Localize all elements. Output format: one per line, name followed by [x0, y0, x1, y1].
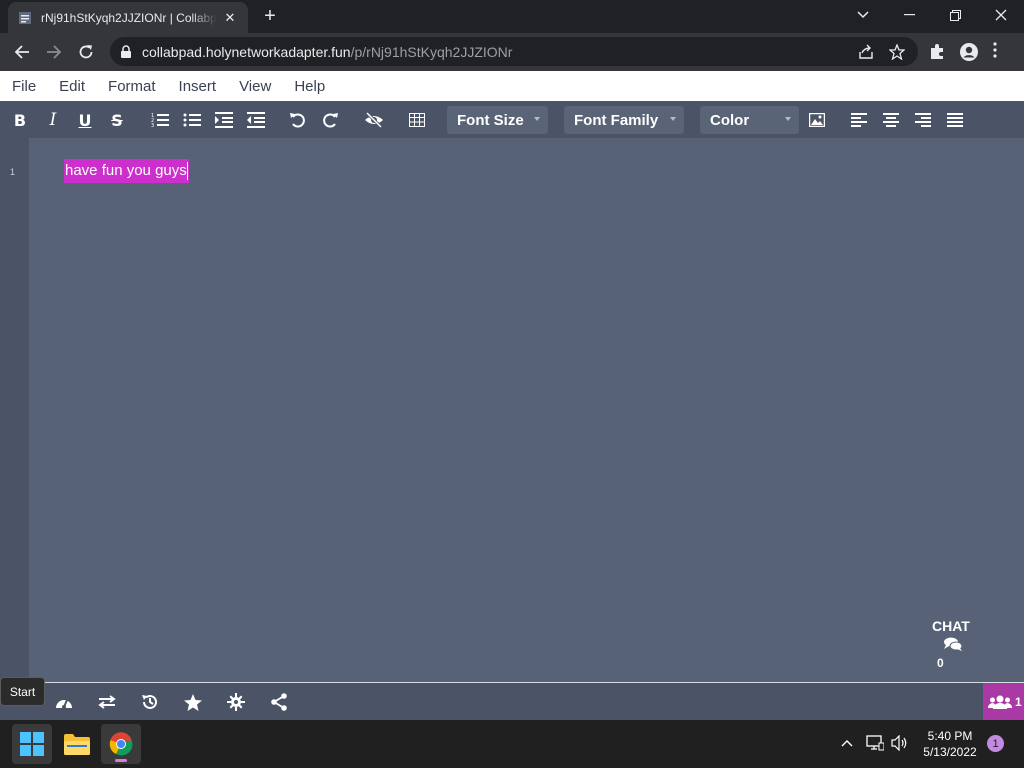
- import-export-arrows-icon[interactable]: [97, 692, 117, 712]
- new-tab-button[interactable]: +: [258, 5, 282, 29]
- show-hidden-icons-chevron-icon[interactable]: [838, 734, 856, 752]
- color-caret-icon: [785, 117, 791, 121]
- url-path: /p/rNj91hStKyqh2JJZIONr: [350, 43, 513, 60]
- url-host: collabpad.holynetworkadapter.fun: [142, 43, 351, 60]
- system-clock[interactable]: 5:40 PM 5/13/2022: [915, 728, 985, 760]
- font-family-caret-icon: [670, 117, 676, 121]
- minimize-icon[interactable]: [886, 0, 932, 30]
- network-icon[interactable]: [866, 734, 884, 752]
- font-size-caret-icon: [534, 117, 540, 121]
- browser-menu-kebab-icon[interactable]: [993, 42, 1013, 62]
- editor-bottom-bar: 1: [0, 682, 1024, 721]
- indent-icon[interactable]: [214, 110, 234, 130]
- align-left-icon[interactable]: [849, 110, 869, 130]
- browser-tab[interactable]: rNj91hStKyqh2JJZIONr | Collabpad ✕: [8, 2, 248, 33]
- redo-icon[interactable]: [320, 110, 340, 130]
- settings-gear-icon[interactable]: [226, 692, 246, 712]
- lock-icon: [120, 44, 134, 59]
- highlighted-text[interactable]: have fun you guys: [64, 159, 189, 183]
- line-number: 1: [10, 167, 16, 177]
- active-app-indicator: [115, 759, 127, 762]
- chat-button[interactable]: CHAT 0: [911, 612, 991, 682]
- share-page-icon[interactable]: [858, 44, 874, 60]
- tab-search-chevron-icon[interactable]: [840, 0, 886, 30]
- close-window-icon[interactable]: [978, 0, 1024, 30]
- svg-text:3: 3: [151, 123, 154, 128]
- clock-date: 5/13/2022: [923, 745, 977, 759]
- volume-icon[interactable]: [891, 734, 909, 752]
- menu-help[interactable]: Help: [291, 78, 328, 95]
- hide-authorship-eye-slash-icon[interactable]: [364, 110, 384, 130]
- color-select[interactable]: Color: [700, 106, 799, 134]
- align-center-icon[interactable]: [881, 110, 901, 130]
- browser-tab-strip: rNj91hStKyqh2JJZIONr | Collabpad ✕ +: [0, 0, 1024, 33]
- menu-view[interactable]: View: [236, 78, 274, 95]
- font-size-label: Font Size: [457, 111, 524, 129]
- back-arrow-icon[interactable]: [8, 38, 36, 66]
- file-explorer-button[interactable]: [57, 724, 97, 764]
- dashboard-gauge-icon[interactable]: [54, 692, 74, 712]
- start-button[interactable]: [12, 724, 52, 764]
- notification-badge[interactable]: 1: [987, 735, 1004, 752]
- align-justify-icon[interactable]: [945, 110, 965, 130]
- chat-unread-count: 0: [937, 656, 944, 670]
- profile-avatar-icon[interactable]: [959, 42, 979, 62]
- menu-format[interactable]: Format: [105, 78, 159, 95]
- forward-arrow-icon[interactable]: [40, 38, 68, 66]
- text-cursor: [186, 162, 188, 181]
- history-icon[interactable]: [140, 692, 160, 712]
- folder-icon: [64, 734, 90, 755]
- users-icon: [988, 695, 1012, 709]
- tab-title: rNj91hStKyqh2JJZIONr | Collabpad: [41, 10, 217, 25]
- italic-button[interactable]: I: [43, 110, 63, 130]
- font-size-select[interactable]: Font Size: [447, 106, 548, 134]
- font-family-select[interactable]: Font Family: [564, 106, 684, 134]
- clock-time: 5:40 PM: [927, 729, 973, 743]
- users-count-button[interactable]: 1: [983, 683, 1024, 721]
- align-right-icon[interactable]: [913, 110, 933, 130]
- tab-close-icon[interactable]: ✕: [222, 10, 238, 26]
- extensions-puzzle-icon[interactable]: [928, 42, 948, 62]
- start-tooltip: Start: [0, 677, 45, 706]
- outdent-icon[interactable]: [246, 110, 266, 130]
- underline-button[interactable]: U: [75, 110, 95, 130]
- browser-toolbar: collabpad.holynetworkadapter.fun/p/rNj91…: [0, 33, 1024, 71]
- collabpad-favicon-icon: [18, 11, 32, 25]
- bullet-list-icon[interactable]: [182, 110, 202, 130]
- strikethrough-button[interactable]: S: [107, 110, 127, 130]
- restore-icon[interactable]: [932, 0, 978, 30]
- insert-image-icon[interactable]: [807, 110, 827, 130]
- line-number-gutter: 1: [0, 138, 29, 682]
- menu-file[interactable]: File: [9, 78, 39, 95]
- font-family-label: Font Family: [574, 111, 659, 129]
- document-editor[interactable]: have fun you guys: [29, 138, 1024, 682]
- undo-icon[interactable]: [288, 110, 308, 130]
- address-bar[interactable]: collabpad.holynetworkadapter.fun/p/rNj91…: [110, 37, 918, 66]
- chat-label: CHAT: [932, 618, 970, 634]
- menu-insert[interactable]: Insert: [176, 78, 220, 95]
- editor-toolbar: B I U S 123 Font Size Font Family Color: [0, 101, 1024, 138]
- chrome-taskbar-button[interactable]: [101, 724, 141, 764]
- chrome-icon: [109, 732, 133, 756]
- table-icon[interactable]: [407, 110, 427, 130]
- menu-edit[interactable]: Edit: [56, 78, 88, 95]
- document-text: have fun you guys: [65, 162, 187, 179]
- windows-logo-icon: [20, 732, 44, 756]
- users-count: 1: [1015, 695, 1022, 709]
- bold-button[interactable]: B: [10, 110, 30, 130]
- ordered-list-icon[interactable]: 123: [150, 110, 170, 130]
- app-menu-bar: File Edit Format Insert View Help: [0, 71, 1024, 101]
- color-label: Color: [710, 111, 750, 129]
- windows-taskbar: 5:40 PM 5/13/2022: [0, 720, 1024, 768]
- bookmark-star-icon[interactable]: [888, 43, 906, 61]
- star-icon[interactable]: [183, 692, 203, 712]
- chat-bubbles-icon: [943, 637, 963, 651]
- share-nodes-icon[interactable]: [269, 692, 289, 712]
- reload-icon[interactable]: [72, 38, 100, 66]
